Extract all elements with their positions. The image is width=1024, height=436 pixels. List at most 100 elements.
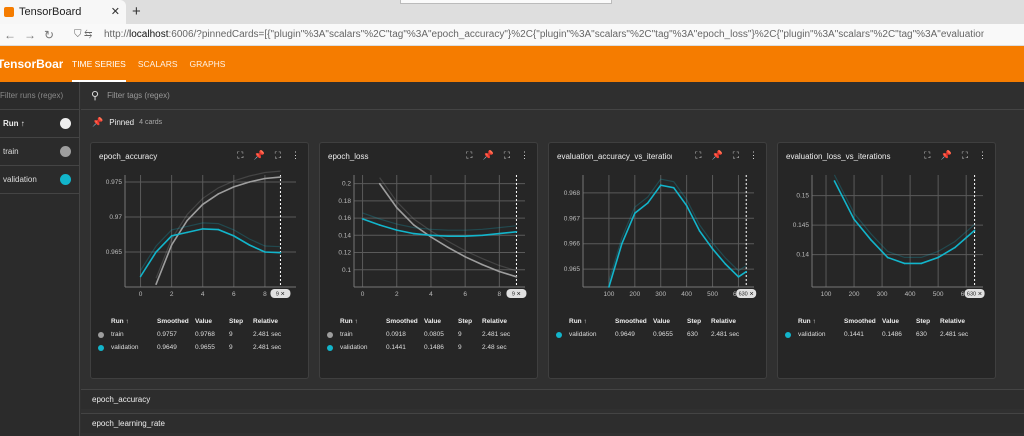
data-point bbox=[233, 186, 235, 188]
pin-icon[interactable]: 📌 bbox=[711, 150, 722, 161]
filter-runs-input[interactable]: Filter runs (regex) bbox=[0, 82, 79, 110]
legend-header: Step bbox=[458, 318, 473, 325]
data-point bbox=[264, 251, 266, 253]
y-tick-label: 0.965 bbox=[564, 266, 581, 273]
nav-buttons: ←→↻ bbox=[4, 28, 74, 42]
fullscreen-icon[interactable]: ⛶ bbox=[504, 150, 510, 161]
legend-row: validation 0.1441 0.1486 630 2.481 sec bbox=[778, 328, 997, 341]
legend-value: 0.9768 bbox=[195, 331, 215, 338]
section-epoch-learning-rate[interactable]: epoch_learning_rate bbox=[81, 413, 1024, 433]
y-tick-label: 0.966 bbox=[564, 241, 581, 248]
scalar-card: evaluation_loss_vs_iterations ⛶ 📌 ⛶ ⋮ 10… bbox=[777, 142, 996, 379]
legend-relative: 2.481 sec bbox=[711, 331, 740, 338]
more-vert-icon[interactable]: ⋮ bbox=[291, 150, 300, 161]
legend-run: validation bbox=[111, 344, 139, 351]
x-tick-label: 0 bbox=[139, 291, 143, 298]
tab-scalars[interactable]: SCALARS bbox=[138, 46, 178, 82]
legend-header: Run ↑ bbox=[340, 318, 358, 325]
search-icon: ⚲ bbox=[91, 90, 100, 102]
tab-graphs[interactable]: GRAPHS bbox=[190, 46, 226, 82]
y-tick-label: 0.965 bbox=[106, 249, 123, 256]
new-tab-button[interactable]: + bbox=[132, 3, 141, 20]
series-raw-line bbox=[833, 174, 975, 259]
series-line-validation bbox=[362, 218, 517, 237]
tab-time-series[interactable]: TIME SERIES bbox=[72, 46, 126, 82]
pinned-header: 📌 Pinned 4 cards bbox=[81, 110, 1024, 134]
runs-header: Run ↑ bbox=[0, 110, 79, 138]
browser-tab[interactable]: TensorBoard ✕ bbox=[0, 0, 126, 24]
line-chart[interactable]: 0 2 4 6 8 0.965 0.97 0.975 9 ✕ bbox=[91, 167, 310, 307]
x-tick-label: 200 bbox=[629, 291, 640, 298]
fullscreen-icon[interactable]: ⛶ bbox=[733, 150, 739, 161]
pin-icon[interactable]: 📌 bbox=[482, 150, 493, 161]
fullscreen-icon[interactable]: ⛶ bbox=[275, 150, 281, 161]
legend-header: Run ↑ bbox=[798, 318, 816, 325]
pin-icon[interactable]: 📌 bbox=[253, 150, 264, 161]
data-point bbox=[481, 263, 484, 266]
data-point bbox=[745, 270, 748, 273]
main-panel: ⚲ Filter tags (regex) 📌 Pinned 4 cards e… bbox=[81, 82, 1024, 436]
legend-run: validation bbox=[798, 331, 826, 338]
tensorboard-brand: TensorBoard bbox=[0, 57, 63, 71]
run-color-swatch[interactable] bbox=[60, 174, 71, 185]
forward-arrow-icon[interactable]: → bbox=[24, 28, 44, 42]
y-tick-label: 0.14 bbox=[796, 252, 809, 259]
x-tick-label: 4 bbox=[201, 291, 205, 298]
data-point bbox=[698, 230, 701, 232]
legend-smoothed: 0.9649 bbox=[157, 344, 177, 351]
run-color-dot bbox=[98, 331, 104, 338]
tag-filter[interactable]: ⚲ Filter tags (regex) bbox=[81, 82, 1024, 110]
run-color-swatch[interactable] bbox=[60, 146, 71, 157]
x-tick-label: 2 bbox=[170, 291, 174, 298]
x-tick-label: 100 bbox=[821, 291, 832, 298]
data-point bbox=[378, 224, 381, 226]
reload-icon[interactable]: ↻ bbox=[44, 28, 62, 42]
more-vert-icon[interactable]: ⋮ bbox=[978, 150, 987, 161]
fit-domain-icon[interactable]: ⛶ bbox=[237, 150, 243, 161]
y-tick-label: 0.12 bbox=[338, 250, 351, 257]
legend-header-row: Run ↑ Smoothed Value Step Relative bbox=[778, 315, 997, 328]
site-info-icon[interactable]: ⛉ ⇆ bbox=[74, 29, 104, 40]
card-legend: Run ↑ Smoothed Value Step Relative train 0.0… bbox=[320, 315, 539, 354]
step-badge-label: 630 ✕ bbox=[967, 292, 983, 298]
x-tick-label: 100 bbox=[603, 291, 614, 298]
data-point bbox=[711, 248, 714, 250]
palette-icon[interactable] bbox=[60, 118, 71, 129]
x-tick-label: 400 bbox=[905, 291, 916, 298]
legend-value: 0.0805 bbox=[424, 331, 444, 338]
fullscreen-icon[interactable]: ⛶ bbox=[962, 150, 968, 161]
legend-step: 9 bbox=[458, 331, 462, 338]
run-row-train[interactable]: train bbox=[0, 138, 79, 166]
y-tick-label: 0.1 bbox=[342, 267, 351, 274]
run-row-validation[interactable]: validation bbox=[0, 166, 79, 194]
close-tab-icon[interactable]: ✕ bbox=[111, 5, 120, 18]
more-vert-icon[interactable]: ⋮ bbox=[749, 150, 758, 161]
run-sort-header[interactable]: Run ↑ bbox=[3, 119, 25, 128]
data-point bbox=[447, 246, 449, 249]
legend-header-row: Run ↑ Smoothed Value Step Relative bbox=[91, 315, 310, 328]
browser-tab-bar: TensorBoard ✕ + bbox=[0, 0, 1024, 24]
url-field[interactable]: http://localhost:6006/?pinnedCards=[{"pl… bbox=[104, 29, 984, 40]
line-chart[interactable]: 1002003004005006000.140.1450.15630 ✕ bbox=[778, 167, 997, 307]
legend-run: train bbox=[111, 331, 124, 338]
data-point bbox=[279, 176, 282, 178]
data-point bbox=[248, 244, 251, 246]
fit-domain-icon[interactable]: ⛶ bbox=[695, 150, 701, 161]
line-chart[interactable]: 0 2 4 6 8 0.1 0.12 0.14 0.16 0.18 0.2 9 ✕ bbox=[320, 167, 539, 307]
fit-domain-icon[interactable]: ⛶ bbox=[924, 150, 930, 161]
fit-domain-icon[interactable]: ⛶ bbox=[466, 150, 472, 161]
legend-row: validation 0.9649 0.9655 9 2.481 sec bbox=[91, 341, 310, 354]
legend-step: 9 bbox=[458, 344, 462, 351]
section-epoch-accuracy[interactable]: epoch_accuracy bbox=[81, 389, 1024, 409]
data-point bbox=[170, 244, 173, 246]
more-vert-icon[interactable]: ⋮ bbox=[520, 150, 529, 161]
x-tick-label: 400 bbox=[681, 291, 692, 298]
y-tick-label: 0.967 bbox=[564, 215, 581, 222]
data-point bbox=[920, 262, 923, 265]
pin-icon[interactable]: 📌 bbox=[940, 150, 951, 161]
data-point bbox=[672, 186, 675, 189]
pinned-label: Pinned bbox=[109, 117, 135, 127]
line-chart[interactable]: 1002003004005006000.9650.9660.9670.96863… bbox=[549, 167, 768, 307]
back-arrow-icon[interactable]: ← bbox=[4, 28, 24, 42]
data-point bbox=[233, 235, 235, 237]
